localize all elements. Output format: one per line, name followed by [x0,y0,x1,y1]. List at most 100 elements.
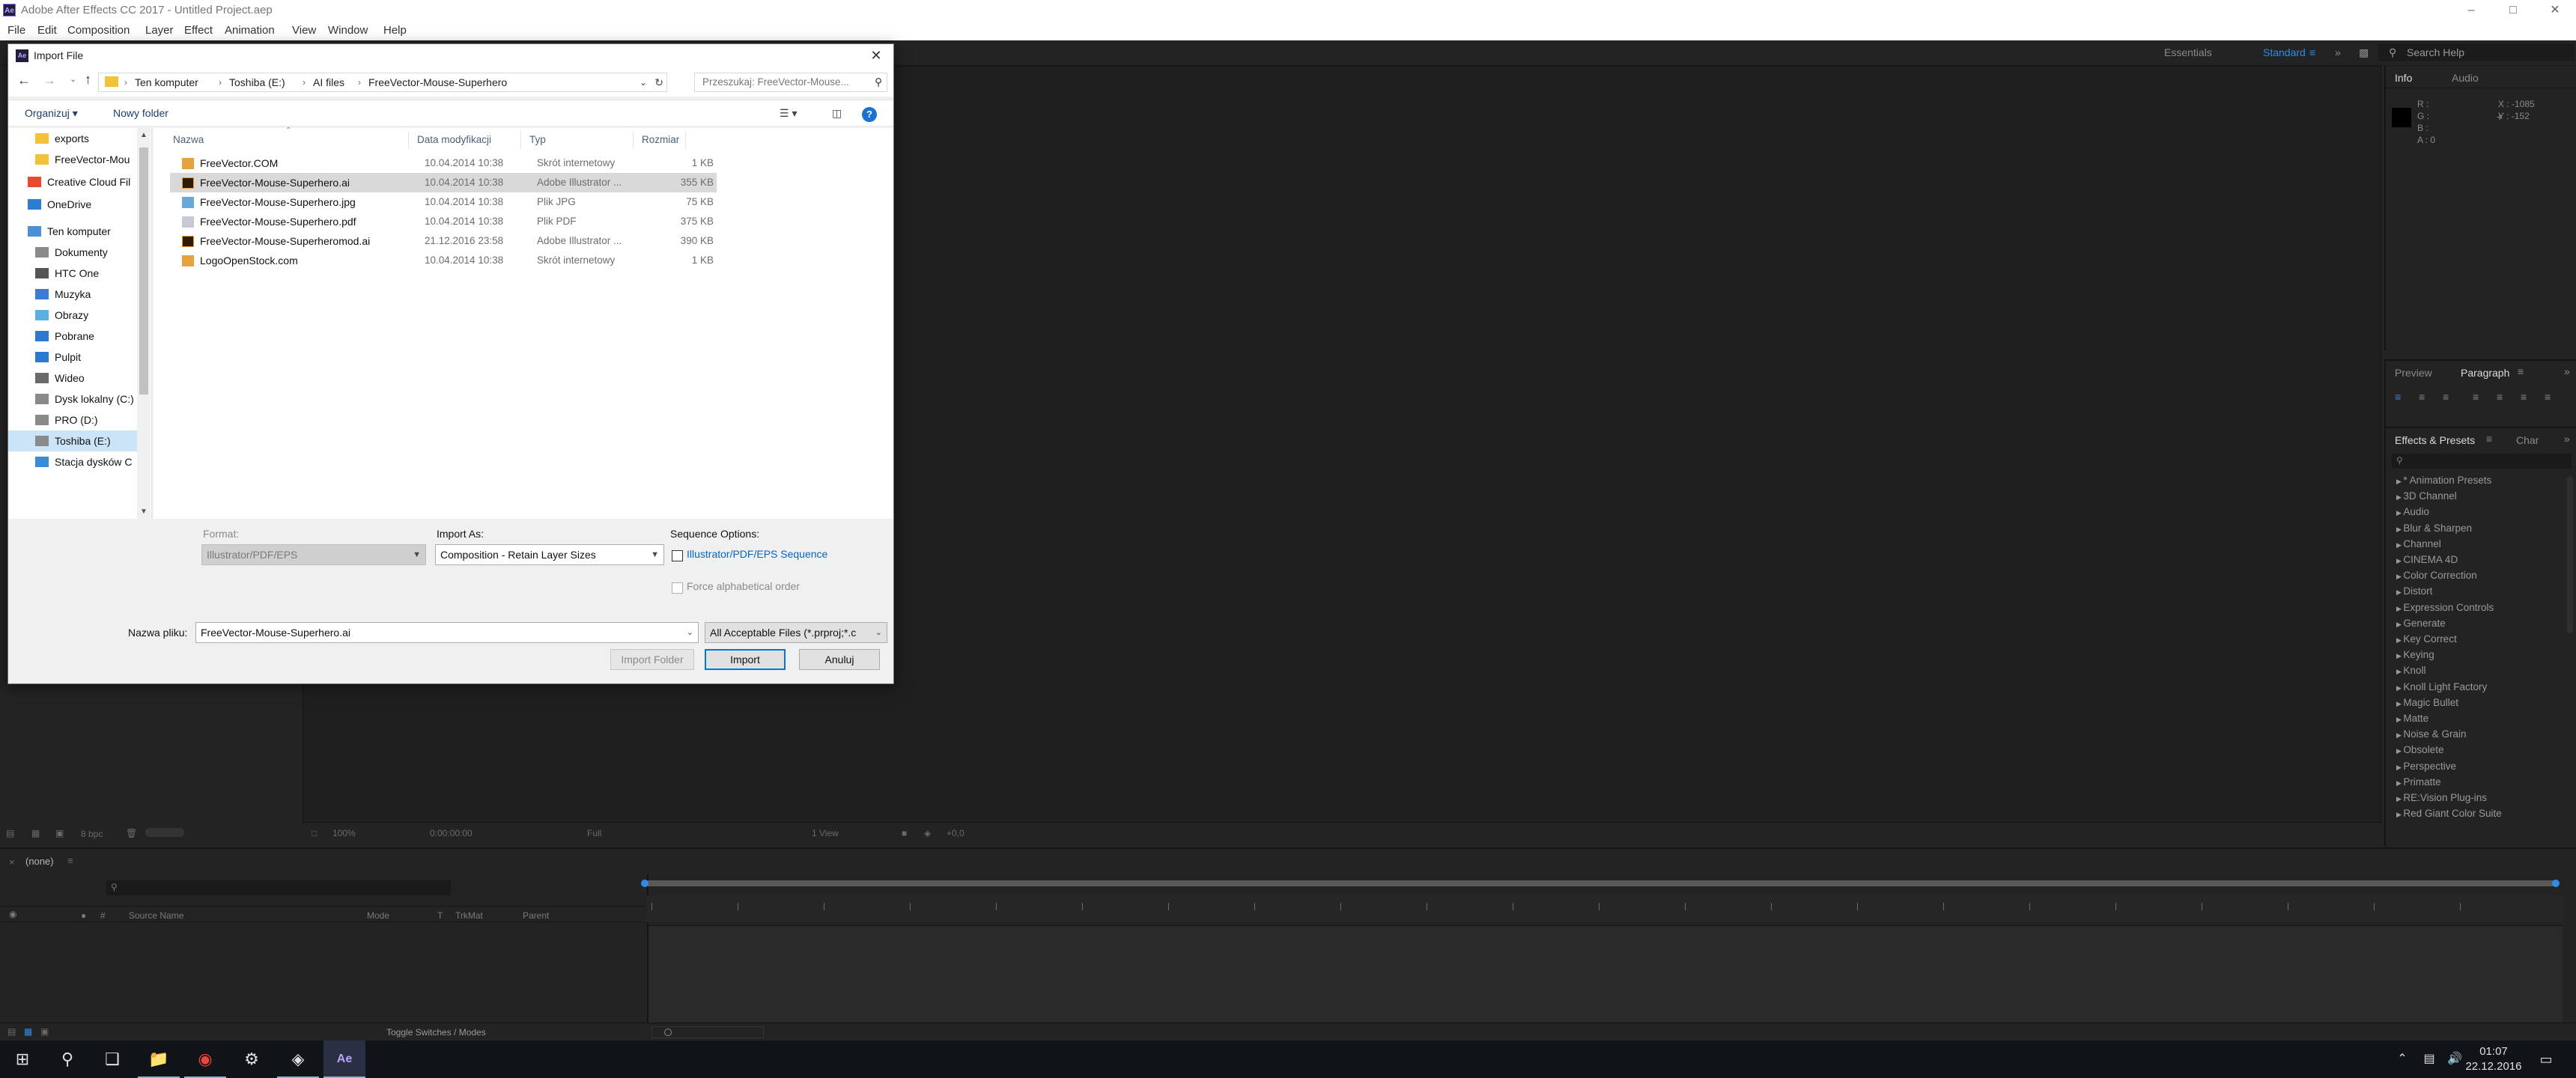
effect-category-item[interactable]: ▶ Magic Bullet [2396,697,2458,708]
column-type[interactable]: Typ [529,134,546,145]
nav-item[interactable]: Pobrane [8,326,137,347]
work-area-end-handle[interactable] [2552,880,2560,887]
work-area-start-handle[interactable] [641,880,648,887]
back-arrow-icon[interactable]: ← [17,73,31,88]
tab-paragraph[interactable]: Paragraph [2461,367,2509,379]
resolution-dropdown[interactable]: Full [587,828,601,838]
effects-search-input[interactable]: ⚲ [2392,454,2572,469]
clock-date[interactable]: 22.12.2016 [2464,1060,2524,1073]
file-row[interactable]: FreeVector.COM 10.04.2014 10:38 Skrót inte… [170,153,717,173]
expand-triangle-icon[interactable]: ▶ [2396,557,2403,564]
file-row[interactable]: FreeVector-Mouse-Superheromod.ai 21.12.20… [170,231,717,251]
nav-item[interactable]: Toshiba (E:) [8,430,137,451]
maximize-button[interactable]: □ [2492,0,2534,21]
layer-search-input[interactable]: ⚲ [106,880,451,895]
expand-panel-icon[interactable]: » [2564,433,2570,445]
preview-pane-icon[interactable]: ◫ [832,107,842,120]
work-area-bar[interactable] [641,880,2560,887]
new-folder-button[interactable]: Nowy folder [113,107,168,119]
trash-icon[interactable]: 🗑 [126,828,137,838]
layer-switches-icon[interactable]: ▤ [7,1026,16,1037]
effect-category-item[interactable]: ▶ Distort [2396,585,2432,597]
effect-category-item[interactable]: ▶ Matte [2396,713,2428,724]
effect-category-item[interactable]: ▶ CINEMA 4D [2396,554,2458,565]
settings-gear-icon[interactable]: ⚙ [231,1041,273,1078]
nav-item[interactable]: Wideo [8,368,137,389]
up-arrow-icon[interactable]: ↑ [85,72,91,88]
clock-time[interactable]: 01:07 [2464,1045,2524,1058]
recent-locations-icon[interactable]: ⌄ [70,74,76,84]
zoom-slider[interactable] [651,1026,764,1038]
align-right-icon[interactable]: ≡ [2443,391,2449,403]
expand-triangle-icon[interactable]: ▶ [2396,764,2403,771]
workspace-editor-icon[interactable]: ▩ [2359,46,2369,59]
breadcrumb-current-folder[interactable]: FreeVector-Mouse-Superhero [368,73,507,91]
expand-triangle-icon[interactable]: ▶ [2396,716,2403,723]
file-row[interactable]: LogoOpenStock.com 10.04.2014 10:38 Skrót i… [170,251,717,270]
nav-item[interactable]: Dysk lokalny (C:) [8,389,137,409]
expand-triangle-icon[interactable]: ▶ [2396,621,2403,628]
sequence-checkbox[interactable] [672,550,683,561]
visibility-icon[interactable]: ◉ [9,909,16,919]
menu-composition[interactable]: Composition [67,24,130,37]
expand-triangle-icon[interactable]: ▶ [2396,731,2403,739]
file-row[interactable]: FreeVector-Mouse-Superhero.pdf 10.04.2014… [170,212,717,231]
nav-item[interactable]: HTC One [8,263,137,284]
expand-triangle-icon[interactable]: ▶ [2396,478,2403,485]
effect-category-item[interactable]: ▶ Channel [2396,538,2441,549]
scroll-up-icon[interactable]: ▲ [140,131,148,139]
close-button[interactable]: ✕ [2534,0,2576,21]
magnification-dropdown[interactable]: 100% [332,828,356,838]
scroll-down-icon[interactable]: ▼ [140,508,148,516]
windows-start-icon[interactable]: ⊞ [1,1041,43,1078]
expand-triangle-icon[interactable]: ▶ [2396,509,2403,517]
justify-all-icon[interactable]: ≡ [2545,391,2551,403]
menu-animation[interactable]: Animation [225,24,275,37]
nav-item[interactable]: PRO (D:) [8,409,137,430]
nav-item[interactable]: Pulpit [8,347,137,368]
expand-triangle-icon[interactable]: ▶ [2396,636,2403,644]
effects-scrollbar[interactable] [2567,476,2573,633]
effect-category-item[interactable]: ▶ Key Correct [2396,633,2457,645]
effect-category-item[interactable]: ▶ 3D Channel [2396,490,2457,502]
view-layout-dropdown[interactable]: 1 View [812,828,839,838]
layer-track-area[interactable] [648,925,2563,1023]
address-history-dropdown[interactable]: ⌄ [640,73,647,91]
tab-audio[interactable]: Audio [2452,72,2479,84]
import-button[interactable]: Import [705,649,786,670]
cancel-button[interactable]: Anuluj [799,649,880,670]
in-out-icon[interactable]: ▣ [40,1026,49,1037]
close-tab-icon[interactable]: × [9,856,15,868]
nav-item[interactable]: Obrazy [8,305,137,326]
effect-category-item[interactable]: ▶ Keying [2396,649,2434,660]
menu-file[interactable]: File [7,24,25,37]
breadcrumb-ten-komputer[interactable]: Ten komputer [135,73,198,91]
scroll-thumb[interactable] [139,147,148,395]
interpret-footage-icon[interactable]: ▤ [6,828,14,838]
project-scroll-slider[interactable] [145,828,184,837]
minimize-button[interactable]: – [2450,0,2492,21]
steam-icon[interactable]: ◈ [277,1041,319,1078]
always-preview-icon[interactable]: □ [312,828,317,838]
transfer-controls-icon[interactable]: ▦ [24,1026,32,1037]
panel-menu-icon[interactable]: ≡ [67,855,73,866]
justify-left-icon[interactable]: ≡ [2473,391,2479,403]
effect-category-item[interactable]: ▶ Red Giant Color Suite [2396,808,2502,819]
workspace-menu-icon[interactable]: ≡ [2309,46,2315,58]
chrome-icon[interactable]: ◉ [184,1041,226,1078]
expand-triangle-icon[interactable]: ▶ [2396,668,2403,675]
effect-category-item[interactable]: ▶ Perspective [2396,761,2456,772]
3d-view-icon[interactable]: ■ [902,828,907,838]
tab-info[interactable]: Info [2395,72,2412,84]
view-options-icon[interactable]: ☰ ▾ [780,107,797,120]
effect-category-item[interactable]: ▶ Expression Controls [2396,602,2494,613]
expand-triangle-icon[interactable]: ▶ [2396,652,2403,660]
expand-triangle-icon[interactable]: ▶ [2396,526,2403,533]
workspace-standard[interactable]: Standard [2263,46,2306,58]
nav-item[interactable]: Dokumenty [8,242,137,263]
search-help-input[interactable]: ⚲ Search Help [2378,43,2575,61]
address-bar[interactable]: › Ten komputer › Toshiba (E:) › AI files… [98,73,667,92]
refresh-icon[interactable]: ↻ [654,73,663,91]
nav-item[interactable]: Creative Cloud Fil [8,171,137,192]
chevron-down-icon[interactable]: ⌄ [687,623,693,642]
